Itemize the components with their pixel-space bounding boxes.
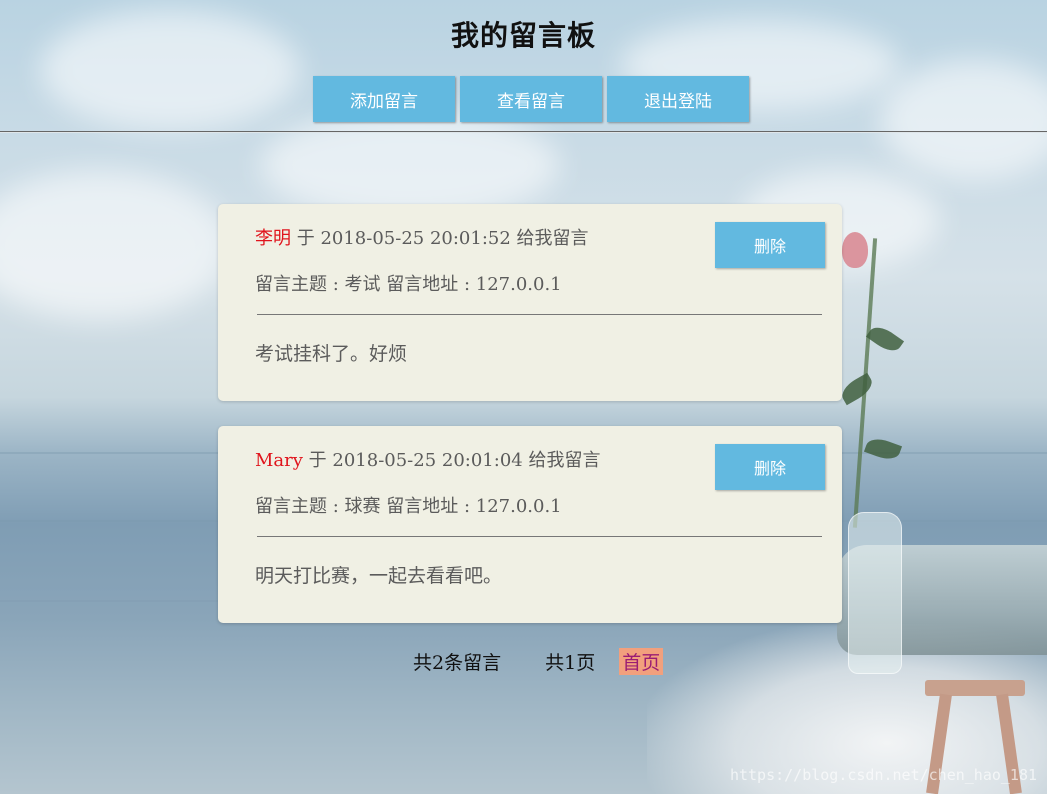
view-messages-button[interactable]: 查看留言 bbox=[460, 76, 602, 122]
pagination: 共2条留言 共1页 首页 bbox=[413, 648, 664, 675]
message-meta: 于 2018-05-25 20:01:52 给我留言 bbox=[291, 228, 589, 249]
message-content: 考试挂科了。好烦 bbox=[255, 343, 408, 365]
message-content: 明天打比赛，一起去看看吧。 bbox=[255, 565, 503, 587]
top-nav: 添加留言 查看留言 退出登陆 bbox=[313, 76, 749, 122]
total-messages-count: 共2条留言 bbox=[413, 652, 502, 674]
message-author: Mary bbox=[255, 450, 303, 471]
message-divider bbox=[257, 536, 822, 537]
total-pages-count: 共1页 bbox=[545, 652, 596, 674]
logout-button[interactable]: 退出登陆 bbox=[607, 76, 749, 122]
message-meta: 于 2018-05-25 20:01:04 给我留言 bbox=[302, 450, 601, 471]
page-title: 我的留言板 bbox=[450, 19, 596, 52]
message-card: 李明 于 2018-05-25 20:01:52 给我留言 留言主题 : 考试 … bbox=[218, 204, 842, 401]
header-divider bbox=[0, 131, 1047, 133]
delete-button[interactable]: 删除 bbox=[715, 222, 825, 268]
message-author: 李明 bbox=[255, 228, 291, 249]
message-divider bbox=[257, 314, 822, 315]
message-header: Mary 于 2018-05-25 20:01:04 给我留言 bbox=[255, 446, 600, 472]
watermark: https://blog.csdn.net/chen_hao_181 bbox=[729, 766, 1037, 784]
message-header: 李明 于 2018-05-25 20:01:52 给我留言 bbox=[255, 224, 589, 250]
message-card: Mary 于 2018-05-25 20:01:04 给我留言 留言主题 : 球… bbox=[218, 426, 842, 623]
message-subject-line: 留言主题 : 球赛 留言地址 : 127.0.0.1 bbox=[255, 496, 562, 517]
first-page-link[interactable]: 首页 bbox=[619, 648, 664, 675]
delete-button[interactable]: 删除 bbox=[715, 444, 825, 490]
add-message-button[interactable]: 添加留言 bbox=[313, 76, 455, 122]
message-subject-line: 留言主题 : 考试 留言地址 : 127.0.0.1 bbox=[255, 274, 562, 295]
